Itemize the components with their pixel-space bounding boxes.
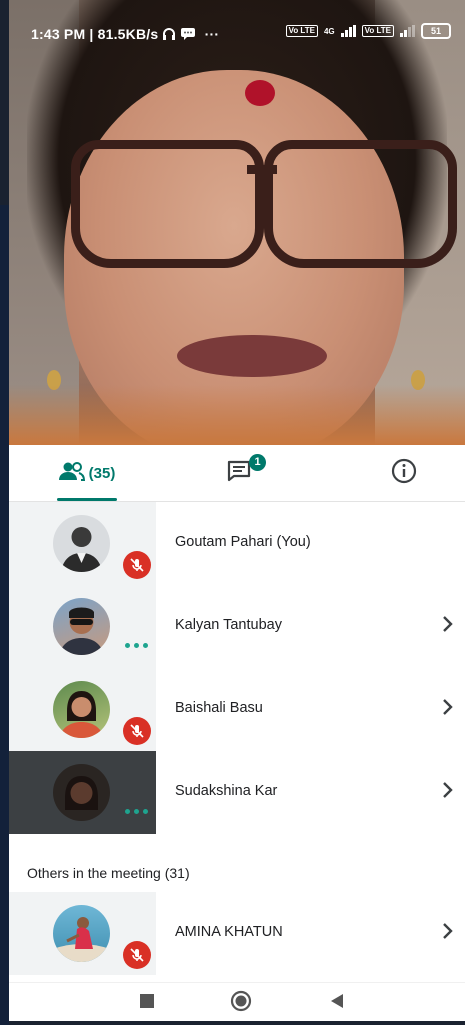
- mic-off-icon: [123, 551, 151, 579]
- chevron-right-icon[interactable]: [441, 696, 455, 723]
- chevron-right-icon[interactable]: [441, 613, 455, 640]
- mic-off-icon: [123, 717, 151, 745]
- people-icon: [58, 461, 85, 486]
- main-video-feed[interactable]: [9, 0, 465, 445]
- others-section-title: Others in the meeting (31): [27, 865, 190, 881]
- participant-row[interactable]: AMINA KHATUN: [9, 892, 465, 975]
- speaking-indicator: [125, 643, 148, 648]
- background-edge: [0, 205, 9, 1025]
- avatar: [53, 515, 110, 572]
- people-count: (35): [88, 464, 116, 482]
- headphones-icon: [162, 26, 180, 42]
- chat-unread-badge: 1: [249, 454, 266, 471]
- meeting-tab-bar: (35) 1: [9, 445, 465, 502]
- signal-icon: [340, 25, 356, 37]
- participant-name: Kalyan Tantubay: [175, 617, 282, 633]
- system-nav-bar: [9, 982, 465, 1021]
- tab-chat[interactable]: 1: [209, 445, 269, 501]
- tab-people[interactable]: (35): [39, 445, 135, 501]
- status-bar: 1:43 PM | 81.5KB/s ··· Vo LTE 4G Vo LTE …: [9, 0, 465, 58]
- back-button[interactable]: [329, 993, 345, 1014]
- volte-icon: Vo LTE: [361, 25, 394, 37]
- volte-icon: Vo LTE: [285, 25, 318, 37]
- active-tab-indicator: [57, 498, 117, 501]
- chevron-right-icon[interactable]: [441, 920, 455, 947]
- avatar: [53, 681, 110, 738]
- battery-icon: 51: [421, 23, 451, 39]
- status-time: 1:43 PM | 81.5KB/s ···: [31, 26, 220, 42]
- avatar: [53, 764, 110, 821]
- message-icon: [180, 26, 199, 42]
- avatar: [53, 905, 110, 962]
- participant-row[interactable]: Baishali Basu: [9, 668, 465, 751]
- participant-name: AMINA KHATUN: [175, 924, 283, 940]
- participant-row-active-speaker[interactable]: Sudakshina Kar: [9, 751, 465, 834]
- more-notifications: ···: [204, 26, 220, 42]
- avatar: [53, 598, 110, 655]
- participant-row[interactable]: Goutam Pahari (You): [9, 502, 465, 585]
- chevron-right-icon[interactable]: [441, 779, 455, 806]
- participant-name: Sudakshina Kar: [175, 783, 278, 799]
- signal-icon: [400, 25, 415, 37]
- participant-name: Baishali Basu: [175, 700, 263, 716]
- tab-info[interactable]: [374, 445, 434, 501]
- recents-button[interactable]: [139, 993, 155, 1014]
- network-type: 4G: [323, 26, 335, 36]
- participant-name: Goutam Pahari (You): [175, 534, 311, 550]
- phone-screen: 1:43 PM | 81.5KB/s ··· Vo LTE 4G Vo LTE …: [9, 0, 465, 1021]
- mic-off-icon: [123, 941, 151, 969]
- home-button[interactable]: [230, 990, 252, 1017]
- participant-row[interactable]: Kalyan Tantubay: [9, 585, 465, 668]
- info-icon: [391, 458, 417, 489]
- speaking-indicator: [125, 809, 148, 814]
